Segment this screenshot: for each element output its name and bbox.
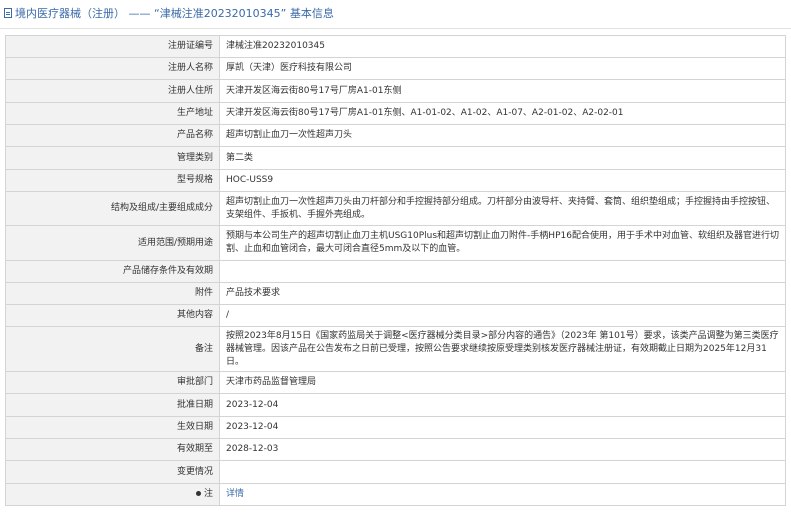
- field-label: 有效期至: [5, 438, 220, 461]
- table-row: 型号规格 HOC-USS9: [5, 169, 786, 192]
- field-label: 生产地址: [5, 102, 220, 125]
- note-label-cell: 注: [5, 483, 220, 506]
- field-value: /: [219, 304, 786, 327]
- table-row: 生产地址 天津开发区海云街80号17号厂房A1-01东侧、A1-01-02、A1-…: [5, 102, 786, 125]
- table-row: 注册人名称 厚凯（天津）医疗科技有限公司: [5, 57, 786, 80]
- field-label: 生效日期: [5, 416, 220, 439]
- field-label: 注册人名称: [5, 57, 220, 80]
- field-label: 管理类别: [5, 146, 220, 170]
- details-link[interactable]: 详情: [226, 489, 244, 499]
- field-value: 天津开发区海云街80号17号厂房A1-01东侧、A1-01-02、A1-02、A…: [219, 102, 786, 125]
- field-label: 变更情况: [5, 460, 220, 484]
- bullet-icon: [195, 491, 201, 496]
- table-row: 其他内容 /: [5, 304, 786, 327]
- table-row: 注册证编号 津械注准20232010345: [5, 35, 786, 58]
- field-label: 结构及组成/主要组成成分: [5, 191, 220, 226]
- field-value: 第二类: [219, 146, 786, 170]
- field-label: 附件: [5, 282, 220, 305]
- table-row: 适用范围/预期用途 预期与本公司生产的超声切割止血刀主机USG10Plus和超声切…: [5, 225, 786, 261]
- field-value: 预期与本公司生产的超声切割止血刀主机USG10Plus和超声切割止血刀附件-手柄…: [219, 225, 786, 261]
- table-row: 注册人住所 天津开发区海云街80号17号厂房A1-01东侧: [5, 79, 786, 103]
- field-value: [219, 260, 786, 283]
- field-label: 批准日期: [5, 393, 220, 417]
- field-value: 超声切割止血刀一次性超声刀头: [219, 124, 786, 147]
- field-label: 适用范围/预期用途: [5, 225, 220, 261]
- info-table: 注册证编号 津械注准20232010345 注册人名称 厚凯（天津）医疗科技有限公司注…: [5, 35, 786, 506]
- field-value: HOC-USS9: [219, 169, 786, 192]
- table-row: 结构及组成/主要组成成分 超声切割止血刀一次性超声刀头由刀杆部分和手控握持部分组成…: [5, 191, 786, 226]
- field-value: 产品技术要求: [219, 282, 786, 305]
- field-value: [219, 460, 786, 484]
- field-label: 其他内容: [5, 304, 220, 327]
- table-row: 附件 产品技术要求: [5, 282, 786, 305]
- field-label: 备注: [5, 326, 220, 372]
- field-value: 天津开发区海云街80号17号厂房A1-01东侧: [219, 79, 786, 103]
- field-label: 注册人住所: [5, 79, 220, 103]
- note-value-cell: 详情: [219, 483, 786, 506]
- field-value: 2023-12-04: [219, 416, 786, 439]
- table-row: 有效期至 2028-12-03: [5, 438, 786, 461]
- field-value: 天津市药品监督管理局: [219, 371, 786, 394]
- table-row: 审批部门 天津市药品监督管理局: [5, 371, 786, 394]
- table-row: 产品名称 超声切割止血刀一次性超声刀头: [5, 124, 786, 147]
- field-value: 厚凯（天津）医疗科技有限公司: [219, 57, 786, 80]
- field-value: 按照2023年8月15日《国家药监局关于调整<医疗器械分类目录>部分内容的通告》…: [219, 326, 786, 372]
- note-label: 注: [203, 489, 213, 499]
- table-row: 批准日期 2023-12-04: [5, 393, 786, 417]
- table-row: 管理类别 第二类: [5, 146, 786, 170]
- field-label: 型号规格: [5, 169, 220, 192]
- header-divider: [0, 28, 791, 29]
- field-value: 超声切割止血刀一次性超声刀头由刀杆部分和手控握持部分组成。刀杆部分由波导杆、夹持…: [219, 191, 786, 226]
- note-row: 注 详情: [5, 483, 786, 506]
- field-label: 审批部门: [5, 371, 220, 394]
- table-row: 生效日期 2023-12-04: [5, 416, 786, 439]
- table-row: 备注 按照2023年8月15日《国家药监局关于调整<医疗器械分类目录>部分内容的通…: [5, 326, 786, 372]
- page-title: 境内医疗器械（注册） —— “津械注准20232010345” 基本信息: [15, 7, 334, 20]
- page-header: 境内医疗器械（注册） —— “津械注准20232010345” 基本信息: [0, 0, 791, 26]
- field-value: 2023-12-04: [219, 393, 786, 417]
- field-value: 2028-12-03: [219, 438, 786, 461]
- field-label: 产品名称: [5, 124, 220, 147]
- field-label: 注册证编号: [5, 35, 220, 58]
- field-value: 津械注准20232010345: [219, 35, 786, 58]
- table-row: 变更情况: [5, 460, 786, 484]
- document-icon: [4, 8, 12, 18]
- table-row: 产品储存条件及有效期: [5, 260, 786, 283]
- field-label: 产品储存条件及有效期: [5, 260, 220, 283]
